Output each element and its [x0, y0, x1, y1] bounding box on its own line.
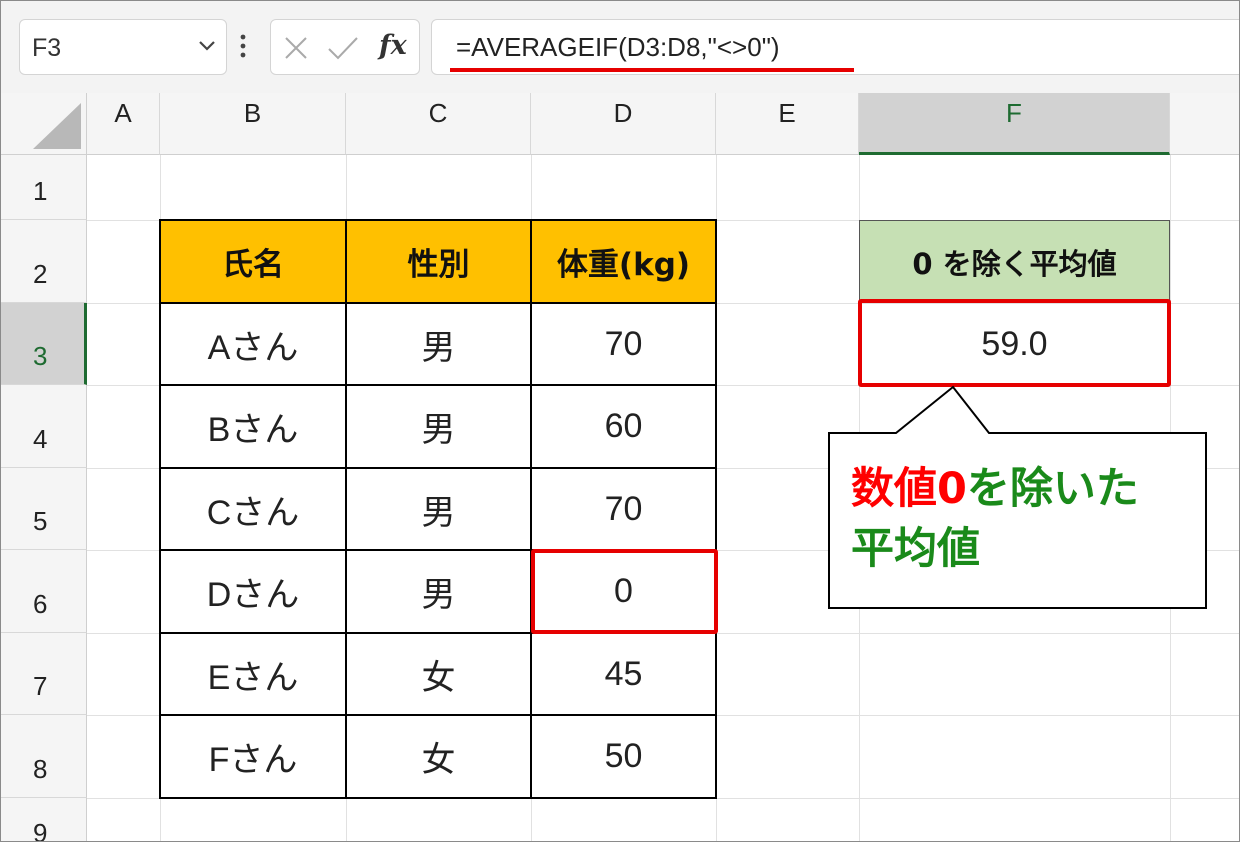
table-cell-name[interactable]: Aさん: [160, 303, 346, 385]
table-border: [159, 797, 717, 799]
table-cell-name[interactable]: Fさん: [160, 715, 346, 798]
formula-underline-highlight: [450, 68, 854, 72]
more-options-icon[interactable]: [239, 31, 247, 61]
table-cell-gender[interactable]: 女: [346, 715, 531, 798]
name-box-value: F3: [32, 34, 62, 62]
row-header-3[interactable]: 3: [1, 303, 87, 385]
enter-check-icon[interactable]: [326, 35, 360, 61]
col-header-f[interactable]: F: [859, 93, 1170, 155]
table-cell-name[interactable]: Cさん: [160, 468, 346, 550]
callout-green-text: を除いた: [966, 464, 1139, 514]
row-header-8[interactable]: 8: [1, 715, 87, 798]
callout-text: 数値0を除いた 平均値: [851, 459, 1139, 579]
table-cell-weight[interactable]: 70: [531, 303, 716, 385]
table-cell-weight[interactable]: 70: [531, 468, 716, 550]
row-header-2[interactable]: 2: [1, 220, 87, 303]
col-header-a[interactable]: A: [87, 93, 160, 155]
row-header-4[interactable]: 4: [1, 385, 87, 468]
callout-line-2: 平均値: [851, 524, 980, 574]
row-header-6[interactable]: 6: [1, 550, 87, 633]
insert-function-icon[interactable]: fx: [379, 30, 407, 61]
col-header-b[interactable]: B: [160, 93, 346, 155]
table-border: [159, 467, 717, 469]
formula-bar: F3 fx =AVERAGEIF(D3:D8,"<>0"): [1, 1, 1239, 93]
selected-cell-highlight: [858, 299, 1171, 387]
table-cell-weight[interactable]: 45: [531, 633, 716, 715]
cancel-icon[interactable]: [283, 35, 309, 61]
table-cell-gender[interactable]: 男: [346, 385, 531, 468]
formula-input[interactable]: =AVERAGEIF(D3:D8,"<>0"): [431, 19, 1239, 75]
select-all-corner[interactable]: [1, 93, 87, 155]
callout-red-text: 数値0: [851, 464, 967, 514]
table-border: [159, 302, 717, 304]
chevron-down-icon[interactable]: [196, 34, 218, 56]
table-border: [345, 219, 347, 799]
table-border: [715, 219, 717, 799]
name-box[interactable]: F3: [19, 19, 227, 75]
result-header[interactable]: 0 を除く平均値: [859, 220, 1170, 303]
formula-text: =AVERAGEIF(D3:D8,"<>0"): [456, 32, 780, 62]
table-cell-gender[interactable]: 男: [346, 468, 531, 550]
formula-buttons: fx: [270, 19, 420, 75]
col-header-g[interactable]: [1170, 93, 1239, 155]
callout-line-1: 数値0を除いた: [851, 459, 1139, 519]
table-cell-gender[interactable]: 女: [346, 633, 531, 715]
row-header-9[interactable]: 9: [1, 798, 87, 841]
table-border: [530, 219, 532, 799]
select-all-triangle-icon: [33, 103, 81, 149]
col-header-d[interactable]: D: [531, 93, 716, 155]
table-cell-name[interactable]: Bさん: [160, 385, 346, 468]
table-cell-weight[interactable]: 60: [531, 385, 716, 468]
table-border: [159, 219, 161, 799]
col-header-e[interactable]: E: [716, 93, 859, 155]
table-header-gender[interactable]: 性別: [346, 220, 531, 303]
table-cell-gender[interactable]: 男: [346, 550, 531, 633]
table-header-name[interactable]: 氏名: [160, 220, 346, 303]
table-cell-name[interactable]: Eさん: [160, 633, 346, 715]
table-cell-gender[interactable]: 男: [346, 303, 531, 385]
table-border: [159, 714, 717, 716]
table-border: [159, 219, 717, 221]
row-header-5[interactable]: 5: [1, 468, 87, 550]
table-header-weight[interactable]: 体重(kg): [531, 220, 716, 303]
row-header-7[interactable]: 7: [1, 633, 87, 715]
row-header-1[interactable]: 1: [1, 155, 87, 220]
spreadsheet-window: F3 fx =AVERAGEIF(D3:D8,"<>0") A B C D E …: [0, 0, 1240, 842]
col-header-c[interactable]: C: [346, 93, 531, 155]
table-cell-weight[interactable]: 50: [531, 715, 716, 798]
table-border: [159, 384, 717, 386]
table-cell-name[interactable]: Dさん: [160, 550, 346, 633]
zero-value-highlight: [531, 549, 718, 634]
